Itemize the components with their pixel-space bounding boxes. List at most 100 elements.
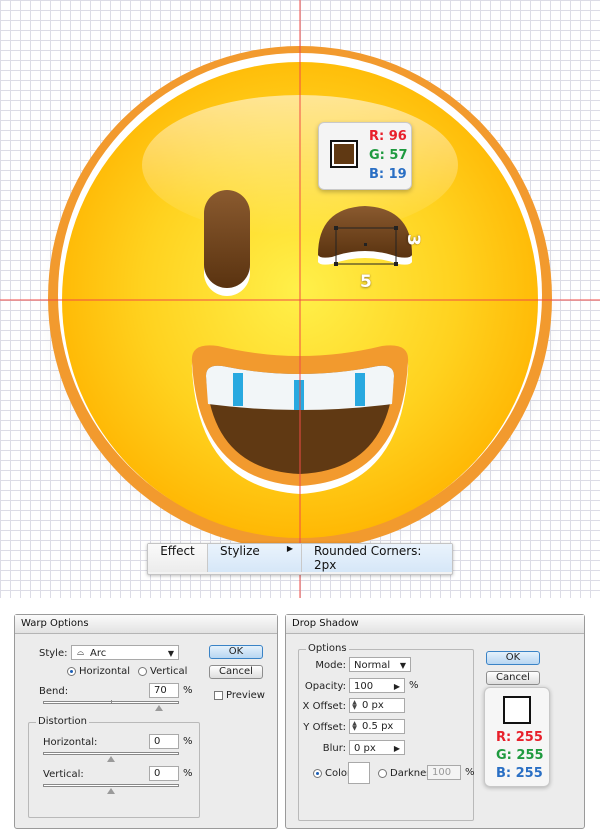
darkness-value: 100 <box>432 767 452 778</box>
selection-center <box>364 243 367 246</box>
green-value: G: 57 <box>369 148 408 163</box>
bend-percent: % <box>183 685 193 696</box>
opacity-value: 100 <box>354 681 374 692</box>
warp-ok-button[interactable]: OK <box>209 645 263 659</box>
artboard-canvas[interactable]: R: 96 G: 57 B: 19 5 3 Effect Stylize ▶ R… <box>0 0 600 598</box>
shadow-options-group: Options <box>298 643 474 821</box>
green-value: G: 255 <box>496 748 544 763</box>
menu-stylize[interactable]: Stylize ▶ <box>208 544 302 572</box>
eye-color-badge: R: 96 G: 57 B: 19 <box>318 122 412 190</box>
mode-select[interactable]: Normal ▼ <box>349 657 411 672</box>
shadow-color-swatch[interactable] <box>348 762 370 784</box>
distortion-vertical-label: Vertical: <box>43 769 84 780</box>
menu-effect-label: Effect <box>160 544 195 558</box>
left-eye[interactable] <box>204 190 250 288</box>
y-offset-label: Y Offset: <box>303 722 346 733</box>
chevron-down-icon: ▼ <box>167 649 174 658</box>
bend-slider-thumb[interactable] <box>154 705 163 711</box>
shadow-cancel-button[interactable]: Cancel <box>486 671 540 685</box>
distortion-horizontal-slider[interactable] <box>43 752 179 755</box>
opacity-percent: % <box>409 680 419 691</box>
preview-label: Preview <box>226 690 265 701</box>
warp-cancel-label: Cancel <box>219 666 253 677</box>
color-radio[interactable] <box>313 769 322 778</box>
distortion-horizontal-percent: % <box>183 736 193 747</box>
darkness-input[interactable]: 100 <box>427 765 461 780</box>
distortion-vertical-percent: % <box>183 768 193 779</box>
color-swatch-fill <box>334 144 354 164</box>
selection-handle[interactable] <box>394 262 398 266</box>
color-swatch <box>330 140 358 168</box>
blur-label: Blur: <box>322 743 346 754</box>
y-offset-input[interactable]: ▲ ▼ 0.5 px <box>349 719 405 734</box>
red-value: R: 96 <box>369 129 407 144</box>
distortion-group-label: Distortion <box>36 716 89 727</box>
distortion-horizontal-slider-thumb[interactable] <box>107 756 115 762</box>
height-dimension-label: 3 <box>403 234 423 246</box>
preview-checkbox[interactable] <box>214 691 223 700</box>
opacity-input[interactable]: 100 ▶ <box>349 678 405 693</box>
menu-stylize-label: Stylize <box>220 544 260 558</box>
width-dimension-label: 5 <box>360 272 372 292</box>
shadow-options-group-label: Options <box>306 643 349 654</box>
darkness-radio[interactable] <box>378 769 387 778</box>
mode-label: Mode: <box>315 660 346 671</box>
distortion-horizontal-input[interactable]: 0 <box>149 734 179 749</box>
blue-value: B: 19 <box>369 167 407 182</box>
blue-value: B: 255 <box>496 766 543 781</box>
blur-value: 0 px <box>354 743 376 754</box>
distortion-vertical-input[interactable]: 0 <box>149 766 179 781</box>
warp-ok-label: OK <box>228 646 244 657</box>
menu-effect[interactable]: Effect <box>148 544 208 572</box>
darkness-percent: % <box>465 767 475 778</box>
drop-shadow-title[interactable]: Drop Shadow <box>286 615 584 634</box>
shadow-ok-button[interactable]: OK <box>486 651 540 665</box>
chevron-down-icon: ▼ <box>399 661 406 670</box>
tooth-gap-middle <box>294 380 304 410</box>
menu-rounded-corners-label: Rounded Corners: 2px <box>314 544 422 572</box>
shadow-cancel-label: Cancel <box>496 672 530 683</box>
drop-shadow-dialog: Drop Shadow Options Mode: Normal ▼ Opaci… <box>285 614 585 829</box>
blur-input[interactable]: 0 px ▶ <box>349 740 405 755</box>
bend-value: 70 <box>154 685 167 696</box>
shadow-color-badge: R: 255 G: 255 B: 255 <box>484 687 550 787</box>
menu-path: Effect Stylize ▶ Rounded Corners: 2px <box>147 543 453 575</box>
style-select[interactable]: ⌓ Arc ▼ <box>71 645 179 660</box>
x-offset-input[interactable]: ▲ ▼ 0 px <box>349 698 405 713</box>
bend-slider-center-tick <box>111 700 112 703</box>
vertical-radio-label: Vertical <box>150 666 188 677</box>
warp-cancel-button[interactable]: Cancel <box>209 665 263 679</box>
opacity-label: Opacity: <box>304 681 346 692</box>
smiley-artwork[interactable] <box>0 0 600 598</box>
x-offset-value: 0 px <box>362 700 384 711</box>
chevron-right-icon: ▶ <box>393 682 400 691</box>
distortion-vertical-slider[interactable] <box>43 784 179 787</box>
distortion-vertical-slider-thumb[interactable] <box>107 788 115 794</box>
selection-handle[interactable] <box>394 226 398 230</box>
tooth-gap-left <box>233 373 243 406</box>
dialogs-area: Warp Options Style: ⌓ Arc ▼ Horizontal V… <box>0 598 600 835</box>
selection-handle[interactable] <box>334 262 338 266</box>
tooth-gap-right <box>355 373 365 406</box>
red-value: R: 255 <box>496 730 543 745</box>
white-color-swatch <box>503 696 531 724</box>
submenu-arrow-icon: ▶ <box>286 544 293 553</box>
stepper-arrows-icon[interactable]: ▲ ▼ <box>351 700 358 711</box>
x-offset-label: X Offset: <box>302 701 346 712</box>
mode-select-value: Normal <box>354 660 391 671</box>
bend-input[interactable]: 70 <box>149 683 179 698</box>
warp-options-dialog: Warp Options Style: ⌓ Arc ▼ Horizontal V… <box>14 614 278 829</box>
bend-label: Bend: <box>39 686 69 697</box>
chevron-right-icon: ▶ <box>393 744 400 753</box>
horizontal-radio[interactable] <box>67 667 76 676</box>
warp-options-title[interactable]: Warp Options <box>15 615 277 634</box>
menu-rounded-corners[interactable]: Rounded Corners: 2px <box>302 544 452 572</box>
vertical-radio[interactable] <box>138 667 147 676</box>
selection-handle[interactable] <box>334 226 338 230</box>
distortion-horizontal-value: 0 <box>154 736 161 747</box>
y-offset-value: 0.5 px <box>362 721 394 732</box>
arc-style-icon: ⌓ <box>77 648 85 658</box>
style-label: Style: <box>39 648 68 659</box>
stepper-arrows-icon[interactable]: ▲ ▼ <box>351 721 358 732</box>
shadow-ok-label: OK <box>505 652 521 663</box>
